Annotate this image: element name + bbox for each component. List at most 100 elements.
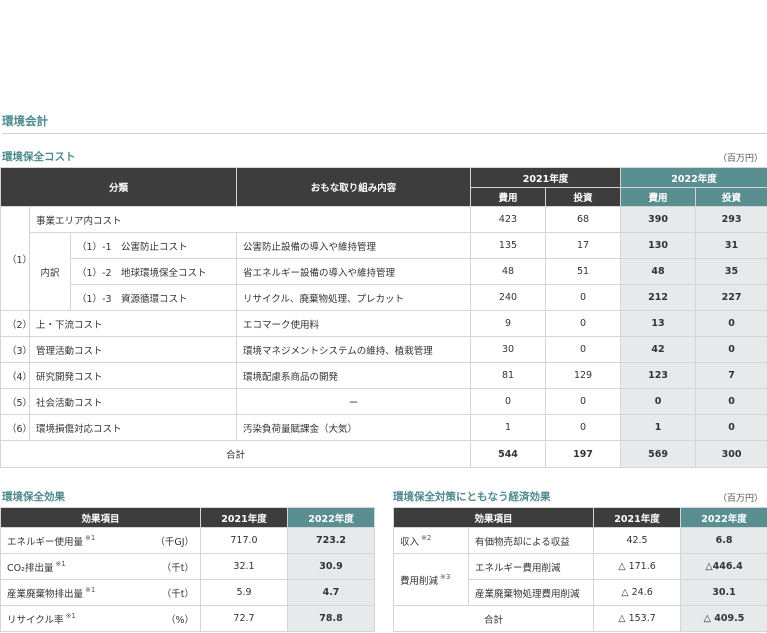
header-category: 分類 bbox=[0, 167, 237, 207]
invest-2021: 0 bbox=[544, 284, 622, 311]
invest-2022: 0 bbox=[695, 310, 767, 337]
footnote-mark: ※1 bbox=[85, 586, 96, 595]
row-item: 社会活動コスト bbox=[29, 388, 237, 415]
row-number: （4） bbox=[0, 362, 30, 389]
header-2022-cost: 費用 bbox=[620, 187, 697, 207]
invest-2022: 227 bbox=[695, 284, 767, 311]
effect-label: 産業廃棄物排出量 ※1 （千t） bbox=[0, 579, 201, 606]
effect-header-item: 効果項目 bbox=[0, 507, 201, 528]
table-row: （1） 事業エリア内コスト 423 68 390 293 bbox=[0, 206, 767, 311]
footnote-mark: ※1 bbox=[55, 560, 66, 569]
row-activity: 環境配慮系商品の開発 bbox=[236, 362, 471, 389]
row-item: 研究開発コスト bbox=[29, 362, 237, 389]
income-detail: 有価物売却による収益 bbox=[467, 527, 595, 554]
cost-2022: 390 bbox=[620, 206, 697, 233]
header-2022: 2022年度 bbox=[620, 167, 767, 188]
invest-2022: 35 bbox=[695, 258, 767, 285]
table-row: 内訳 （1）-1 公害防止コスト 公害防止設備の導入や維持管理 135 17 1… bbox=[1, 232, 767, 311]
effect-2021: 717.0 bbox=[200, 527, 288, 554]
effect-2021: 5.9 bbox=[200, 579, 288, 606]
econ-header-item: 効果項目 bbox=[392, 507, 595, 528]
row-item: （1）-3 資源循環コスト bbox=[70, 284, 237, 311]
section-title: 環境会計 bbox=[2, 114, 48, 128]
income-label: 収入 ※2 bbox=[393, 527, 469, 554]
table-row: （6） 環境損傷対応コスト 汚染負荷量賦課金（大気） 1 0 1 0 bbox=[0, 414, 767, 441]
cost-2022: 48 bbox=[620, 258, 697, 285]
effect-unit: （千t） bbox=[161, 562, 194, 574]
econ-total-label: 合計 bbox=[392, 605, 595, 632]
reduction-detail: 産業廃棄物処理費用削減 bbox=[467, 579, 595, 606]
table-row: エネルギー使用量 ※1 （千GJ） 717.0 723.2 bbox=[0, 527, 375, 554]
total-row: 合計 △ 153.7 △ 409.5 bbox=[392, 605, 767, 632]
effect-label: リサイクル率 ※1 （%） bbox=[0, 605, 201, 632]
econ-2021: △ 171.6 bbox=[593, 553, 682, 580]
row-item: 上・下流コスト bbox=[29, 310, 237, 337]
row-activity: 公害防止設備の導入や維持管理 bbox=[236, 232, 471, 259]
reduction-label: 費用削減 ※3 bbox=[393, 553, 469, 606]
invest-2021: 0 bbox=[544, 414, 622, 441]
cost-2021: 423 bbox=[470, 206, 546, 233]
effect-unit: （%） bbox=[165, 614, 194, 626]
table-row: リサイクル率 ※1 （%） 72.7 78.8 bbox=[0, 605, 375, 632]
footnote-mark: ※3 bbox=[440, 573, 451, 582]
row-number: （1） bbox=[0, 206, 30, 311]
effect-label-text: 産業廃棄物排出量 bbox=[7, 588, 84, 600]
total-label: 合計 bbox=[0, 440, 471, 468]
header-2021-cost: 費用 bbox=[470, 187, 546, 207]
econ-2021: △ 24.6 bbox=[593, 579, 682, 606]
cost-2022: 0 bbox=[620, 388, 697, 415]
econ-table: 効果項目 2021年度 2022年度 収入 ※2 有価物売却による収益 42.5 … bbox=[392, 507, 767, 632]
table-row: （1）-3 資源循環コスト リサイクル、廃棄物処理、プレカット 240 0 21… bbox=[1, 284, 767, 311]
row-activity: リサイクル、廃棄物処理、プレカット bbox=[236, 284, 471, 311]
cost-2022: 1 bbox=[620, 414, 697, 441]
footnote-mark: ※1 bbox=[65, 612, 76, 621]
invest-2022: 293 bbox=[695, 206, 767, 233]
cost-2022: 13 bbox=[620, 310, 697, 337]
total-row: 合計 544 197 569 300 bbox=[0, 440, 767, 468]
effect-label: エネルギー使用量 ※1 （千GJ） bbox=[0, 527, 201, 554]
effect-label-text: エネルギー使用量 bbox=[7, 536, 84, 548]
table-row: 産業廃棄物排出量 ※1 （千t） 5.9 4.7 bbox=[0, 579, 375, 606]
table-row: （4） 研究開発コスト 環境配慮系商品の開発 81 129 123 7 bbox=[0, 362, 767, 389]
reduction-label-text: 費用削減 bbox=[400, 575, 439, 587]
invest-2021: 51 bbox=[544, 258, 622, 285]
header-2021: 2021年度 bbox=[469, 167, 622, 188]
econ-title: 環境保全対策にともなう経済効果 bbox=[393, 491, 551, 503]
table-row: （5） 社会活動コスト ー 0 0 0 0 bbox=[0, 388, 767, 415]
econ-header-2021: 2021年度 bbox=[593, 507, 682, 528]
effect-2022: 4.7 bbox=[287, 579, 375, 606]
cost-2021: 0 bbox=[470, 388, 546, 415]
row-number: （2） bbox=[0, 310, 30, 337]
table-row: （2） 上・下流コスト エコマーク使用料 9 0 13 0 bbox=[0, 310, 767, 337]
econ-2022: △446.4 bbox=[680, 553, 767, 580]
total-cost-2021: 544 bbox=[470, 440, 546, 468]
row-number: （3） bbox=[0, 336, 30, 363]
cost-2022: 212 bbox=[620, 284, 697, 311]
cost-2021: 48 bbox=[470, 258, 546, 285]
row-item: （1）-2 地球環境保全コスト bbox=[70, 258, 237, 285]
row-item: 事業エリア内コスト bbox=[29, 206, 471, 233]
invest-2021: 0 bbox=[544, 336, 622, 363]
total-invest-2021: 197 bbox=[544, 440, 622, 468]
econ-unit: （百万円） bbox=[717, 494, 763, 504]
footnote-mark: ※1 bbox=[85, 534, 96, 543]
table-row: （1）-2 地球環境保全コスト 省エネルギー設備の導入や維持管理 48 51 4… bbox=[1, 258, 767, 285]
footnote-mark: ※2 bbox=[421, 534, 432, 543]
invest-2022: 7 bbox=[695, 362, 767, 389]
effect-title: 環境保全効果 bbox=[2, 491, 65, 503]
row-number: （6） bbox=[0, 414, 30, 441]
invest-2022: 0 bbox=[695, 414, 767, 441]
effect-header-2022: 2022年度 bbox=[287, 507, 375, 528]
effect-2022: 723.2 bbox=[287, 527, 375, 554]
cost-2022: 130 bbox=[620, 232, 697, 259]
row-activity: ー bbox=[236, 388, 471, 415]
cost-2022: 123 bbox=[620, 362, 697, 389]
econ-2021: 42.5 bbox=[593, 527, 682, 554]
header-activity: おもな取り組み内容 bbox=[236, 167, 471, 207]
invest-2021: 0 bbox=[544, 310, 622, 337]
total-cost-2022: 569 bbox=[620, 440, 697, 468]
invest-2022: 0 bbox=[695, 336, 767, 363]
header-2022-invest: 投資 bbox=[695, 187, 767, 207]
cost-table: 分類 おもな取り組み内容 2021年度 2022年度 費用 投資 費用 投資 （… bbox=[0, 167, 767, 468]
econ-total-2021: △ 153.7 bbox=[593, 605, 682, 632]
